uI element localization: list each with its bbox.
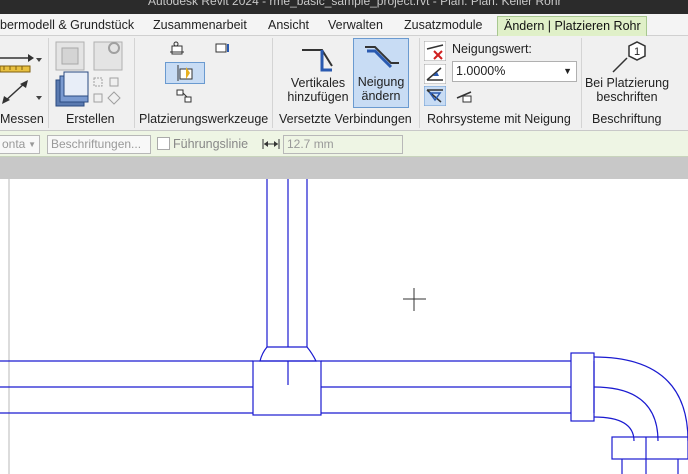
horizontal-pipe bbox=[0, 360, 571, 414]
ribbon-tab-bar: bermodell & Grundstück Zusammenarbeit An… bbox=[0, 14, 688, 36]
tab-aendern-platzieren-rohr[interactable]: Ändern | Platzieren Rohr bbox=[497, 16, 647, 36]
neigungswert-dropdown[interactable]: 1.0000% ▼ bbox=[452, 61, 577, 82]
length-arrow-icon bbox=[262, 139, 280, 149]
chevron-down-icon: ▼ bbox=[563, 66, 572, 76]
fuehrungslinie-label: Führungslinie bbox=[173, 137, 249, 151]
vertical-pipe bbox=[266, 179, 308, 347]
vertikales-label-2: hinzufügen bbox=[287, 90, 349, 104]
length-input[interactable]: 12.7 mm bbox=[283, 135, 403, 154]
neigung-label-1: Neigung bbox=[357, 75, 405, 89]
pipe-drawing bbox=[0, 179, 688, 474]
vertikales-hinzufuegen-button[interactable]: Vertikales hinzufügen bbox=[282, 40, 354, 110]
fuehrungslinie-checkbox[interactable] bbox=[157, 137, 170, 150]
bei-platzierung-beschriften-button[interactable]: 1 Bei Platzierung beschriften bbox=[584, 40, 670, 110]
orientation-dropdown[interactable]: onta ▼ bbox=[0, 135, 40, 154]
panel-divider bbox=[134, 38, 135, 128]
auto-connect-button[interactable] bbox=[165, 62, 205, 84]
elbow-fitting bbox=[593, 356, 688, 442]
panel-label-erstellen: Erstellen bbox=[66, 112, 115, 126]
change-slope-icon bbox=[365, 46, 399, 69]
beschriftungen-placeholder: Beschriftungen... bbox=[51, 137, 142, 151]
panel-divider bbox=[48, 38, 49, 128]
neigungswert-value: 1.0000% bbox=[456, 64, 506, 78]
panel-divider bbox=[272, 38, 273, 128]
neigungswert-label: Neigungswert: bbox=[452, 42, 532, 56]
drawing-canvas[interactable] bbox=[0, 179, 688, 474]
lower-coupling bbox=[611, 436, 688, 474]
bei-platzierung-label-1: Bei Platzierung bbox=[584, 76, 670, 90]
slope-down-icon[interactable] bbox=[424, 86, 446, 106]
vertical-offset-icon bbox=[302, 49, 333, 72]
neigung-label-2: ändern bbox=[361, 89, 401, 103]
window-title: Autodesk Revit 2024 - rme_basic_sample_p… bbox=[148, 0, 562, 8]
beschriftungen-dropdown[interactable]: Beschriftungen... bbox=[47, 135, 151, 154]
ribbon: Messen Erstellen Platzierungswerkzeuge V… bbox=[0, 36, 688, 131]
tag-number: 1 bbox=[634, 46, 640, 58]
panel-divider bbox=[419, 38, 420, 128]
view-header-strip bbox=[0, 157, 688, 179]
coupling-fitting bbox=[570, 352, 595, 422]
orientation-value: onta bbox=[2, 137, 26, 151]
crosshair-cursor-icon bbox=[403, 288, 426, 311]
slope-off-icon[interactable] bbox=[424, 41, 446, 61]
vertikales-label-1: Vertikales bbox=[290, 76, 346, 90]
panel-divider bbox=[581, 38, 582, 128]
tab-gebaeudemodell[interactable]: bermodell & Grundstück bbox=[0, 16, 140, 36]
chevron-down-icon: ▼ bbox=[28, 140, 36, 149]
tab-zusatzmodule[interactable]: Zusatzmodule bbox=[398, 16, 489, 36]
tab-verwalten[interactable]: Verwalten bbox=[322, 16, 389, 36]
panel-label-rohrsysteme: Rohrsysteme mit Neigung bbox=[427, 112, 571, 126]
panel-label-beschriftung: Beschriftung bbox=[592, 112, 662, 126]
tab-ansicht[interactable]: Ansicht bbox=[262, 16, 315, 36]
slope-up-icon[interactable] bbox=[424, 64, 446, 84]
window-title-bar: Autodesk Revit 2024 - rme_basic_sample_p… bbox=[0, 0, 688, 14]
auto-connect-icon bbox=[177, 65, 193, 81]
tab-zusammenarbeit[interactable]: Zusammenarbeit bbox=[147, 16, 253, 36]
options-bar: onta ▼ Beschriftungen... Führungslinie 1… bbox=[0, 131, 688, 157]
slope-annotation-icon[interactable] bbox=[455, 88, 475, 106]
measure-tools-icon[interactable] bbox=[0, 46, 44, 106]
length-value: 12.7 mm bbox=[287, 137, 334, 151]
create-tools-icon[interactable] bbox=[54, 40, 130, 110]
tag-on-placement-icon: 1 bbox=[612, 41, 646, 73]
tee-fitting bbox=[252, 346, 322, 416]
justification-icon[interactable] bbox=[168, 40, 188, 60]
bei-platzierung-label-2: beschriften bbox=[596, 90, 658, 104]
inherit-size-icon[interactable] bbox=[214, 42, 234, 56]
inherit-elevation-icon[interactable] bbox=[175, 88, 195, 104]
panel-label-versetzte-verbindungen: Versetzte Verbindungen bbox=[279, 112, 412, 126]
panel-label-platzierungswerkzeuge: Platzierungswerkzeuge bbox=[139, 112, 269, 126]
neigung-aendern-button[interactable]: Neigung ändern bbox=[353, 38, 409, 108]
panel-label-messen: Messen bbox=[0, 112, 44, 126]
